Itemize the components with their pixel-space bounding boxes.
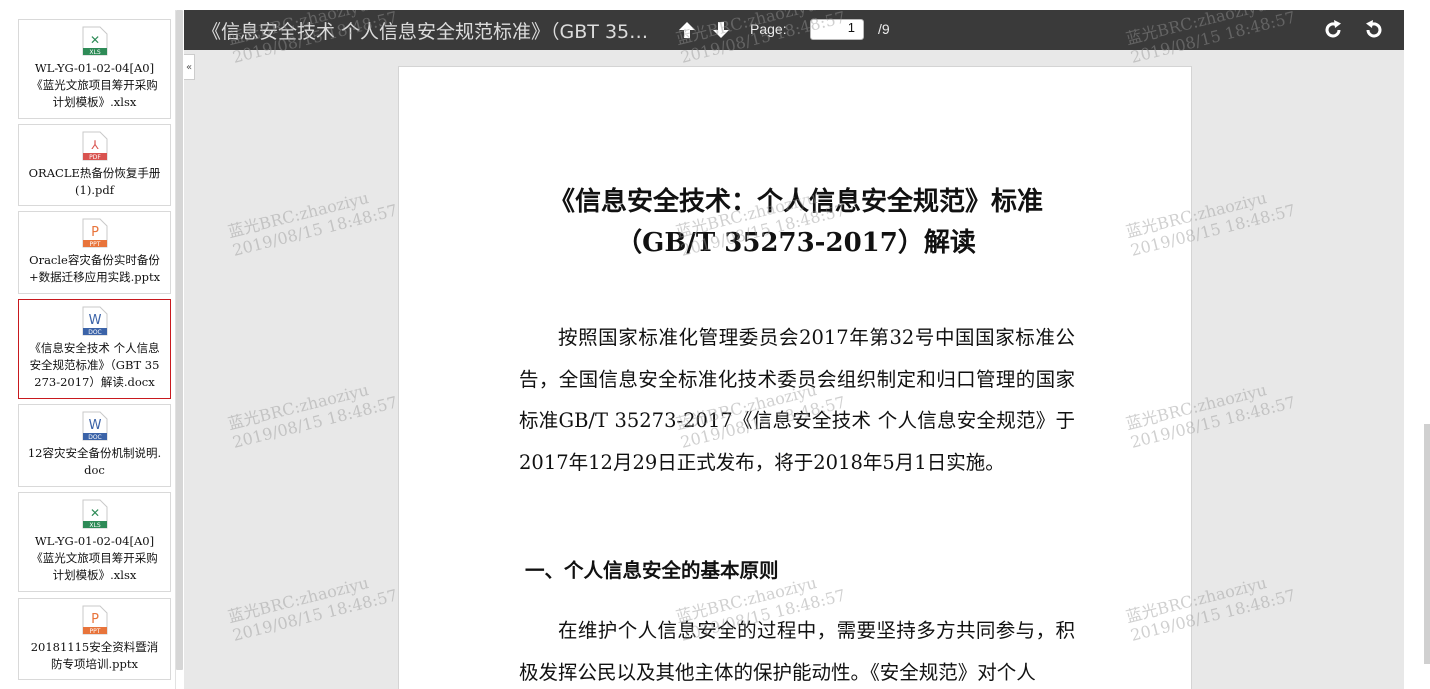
file-name: 12容灾安全备份机制说明.doc xyxy=(27,446,162,477)
rotate-counterclockwise-icon xyxy=(1366,20,1382,38)
file-name: 20181115安全资料暨消防专项培训.pptx xyxy=(30,640,159,671)
svg-text:XLS: XLS xyxy=(89,522,100,529)
collapse-sidebar-button[interactable]: « xyxy=(184,54,195,80)
arrow-down-icon xyxy=(713,22,729,38)
next-page-button[interactable] xyxy=(710,19,732,41)
document-page: 《信息安全技术：个人信息安全规范》标准 （GB/T 35273-2017）解读 … xyxy=(398,66,1192,689)
page-number-input[interactable]: 1 xyxy=(810,19,864,40)
file-name: WL-YG-01-02-04[A0]《蓝光文旅项目筹开采购计划模板》.xlsx xyxy=(31,534,158,582)
viewer-toolbar: 《信息安全技术 个人信息安全规范标准》（GBT 35273-2017）解读.do… xyxy=(184,10,1404,50)
file-card-pdf[interactable]: ⅄ PDF ORACLE热备份恢复手册(1).pdf xyxy=(18,124,171,206)
sidebar-scrollbar[interactable] xyxy=(176,10,183,670)
svg-text:PPT: PPT xyxy=(89,628,100,635)
powerpoint-file-icon: P PPT xyxy=(82,218,107,248)
heading-line-1: 《信息安全技术：个人信息安全规范》标准 xyxy=(548,187,1043,217)
arrow-up-icon xyxy=(679,22,695,38)
excel-file-icon: ✕ XLS xyxy=(82,26,107,56)
file-card-xlsx-1[interactable]: ✕ XLS WL-YG-01-02-04[A0]《蓝光文旅项目筹开采购计划模板》… xyxy=(18,19,171,119)
rotate-counterclockwise-button[interactable] xyxy=(1363,19,1385,41)
document-title: 《信息安全技术 个人信息安全规范标准》（GBT 35273-2017）解读.do… xyxy=(202,21,650,43)
svg-text:PPT: PPT xyxy=(89,241,100,248)
svg-text:DOC: DOC xyxy=(88,434,102,441)
svg-text:W: W xyxy=(88,313,101,328)
file-name: Oracle容灾备份实时备份+数据迁移应用实践.pptx xyxy=(28,253,161,284)
rotate-clockwise-button[interactable] xyxy=(1322,19,1344,41)
document-heading: 《信息安全技术：个人信息安全规范》标准 （GB/T 35273-2017）解读 xyxy=(399,182,1193,264)
previous-page-button[interactable] xyxy=(676,19,698,41)
heading-line-2: （GB/T 35273-2017）解读 xyxy=(616,228,976,258)
svg-text:P: P xyxy=(91,612,99,627)
watermark: 蓝光BRC:zhaoziyu 2019/08/15 18:48:57 xyxy=(226,188,400,260)
document-preview-app: ✕ XLS WL-YG-01-02-04[A0]《蓝光文旅项目筹开采购计划模板》… xyxy=(0,0,1430,689)
section-heading-1: 一、个人信息安全的基本原则 xyxy=(525,559,779,582)
file-card-doc[interactable]: W DOC 12容灾安全备份机制说明.doc xyxy=(18,404,171,487)
page-scrollbar[interactable] xyxy=(1424,424,1430,664)
watermark: 蓝光BRC:zhaoziyu 2019/08/15 18:48:57 xyxy=(226,573,400,645)
word-file-icon: W DOC xyxy=(82,411,107,441)
svg-text:XLS: XLS xyxy=(89,49,100,56)
svg-text:✕: ✕ xyxy=(89,33,99,47)
paragraph-1: 按照国家标准化管理委员会2017年第32号中国国家标准公告，全国信息安全标准化技… xyxy=(519,326,1075,474)
watermark: 蓝光BRC:zhaoziyu 2019/08/15 18:48:57 xyxy=(226,380,400,452)
svg-text:P: P xyxy=(91,225,99,240)
file-card-docx-selected[interactable]: W DOC 《信息安全技术 个人信息安全规范标准》（GBT 35273-2017… xyxy=(18,299,171,399)
svg-text:⅄: ⅄ xyxy=(90,138,99,152)
pdf-file-icon: ⅄ PDF xyxy=(82,131,107,161)
file-name: 《信息安全技术 个人信息安全规范标准》（GBT 35273-2017）解读.do… xyxy=(29,341,160,389)
file-card-pptx-1[interactable]: P PPT Oracle容灾备份实时备份+数据迁移应用实践.pptx xyxy=(18,211,171,294)
svg-text:DOC: DOC xyxy=(88,329,102,336)
file-name: WL-YG-01-02-04[A0]《蓝光文旅项目筹开采购计划模板》.xlsx xyxy=(31,61,158,109)
svg-text:PDF: PDF xyxy=(89,154,101,161)
page-total: /9 xyxy=(878,21,890,37)
excel-file-icon: ✕ XLS xyxy=(82,499,107,529)
file-list-sidebar: ✕ XLS WL-YG-01-02-04[A0]《蓝光文旅项目筹开采购计划模板》… xyxy=(10,10,176,689)
file-card-pptx-2[interactable]: P PPT 20181115安全资料暨消防专项培训.pptx xyxy=(18,598,171,680)
file-name: ORACLE热备份恢复手册(1).pdf xyxy=(28,166,161,197)
document-viewer: 《信息安全技术 个人信息安全规范标准》（GBT 35273-2017）解读.do… xyxy=(184,10,1404,689)
powerpoint-file-icon: P PPT xyxy=(82,605,107,635)
svg-text:✕: ✕ xyxy=(89,506,99,520)
page-label: Page: xyxy=(750,21,787,37)
rotate-clockwise-icon xyxy=(1325,20,1341,38)
paragraph-2: 在维护个人信息安全的过程中，需要坚持多方共同参与，积极发挥公民以及其他主体的保护… xyxy=(519,619,1075,684)
word-file-icon: W DOC xyxy=(82,306,107,336)
svg-text:W: W xyxy=(88,418,101,433)
file-card-xlsx-2[interactable]: ✕ XLS WL-YG-01-02-04[A0]《蓝光文旅项目筹开采购计划模板》… xyxy=(18,492,171,592)
